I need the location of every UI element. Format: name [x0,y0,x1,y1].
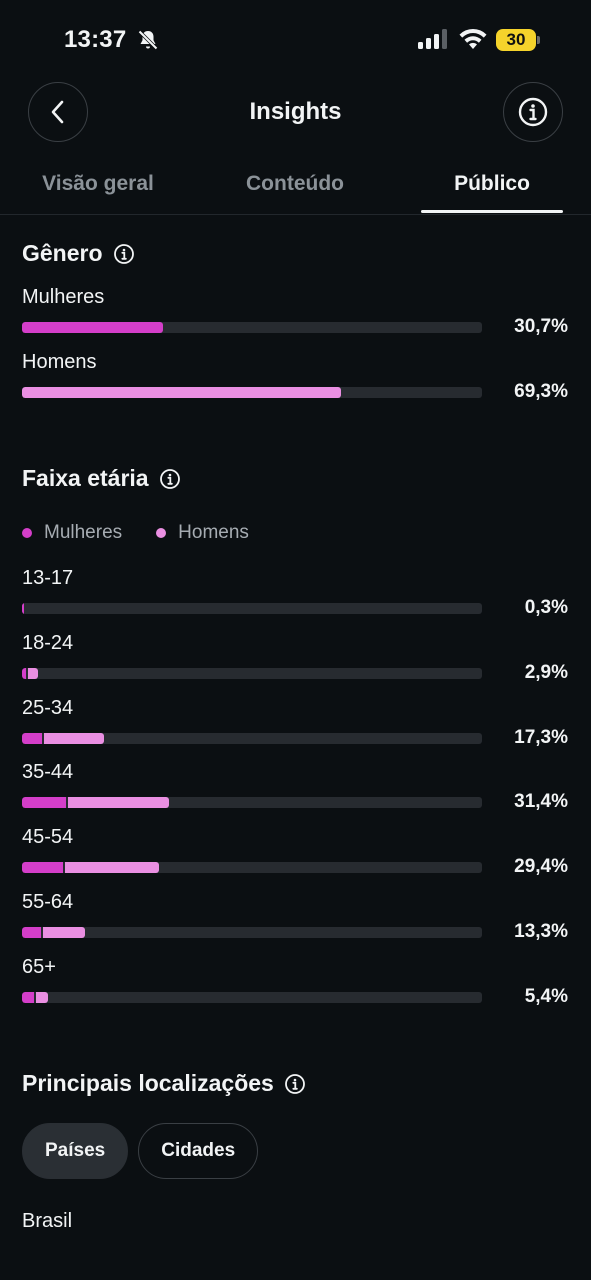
age-row-percent: 17,3% [514,727,568,748]
gender-row-label: Mulheres [22,286,105,308]
info-icon[interactable] [159,468,181,490]
wifi-icon [459,28,487,49]
info-button[interactable] [503,82,563,142]
chip-paises[interactable]: Países [22,1123,129,1179]
info-icon[interactable] [284,1073,306,1095]
age-bar-men-segment [36,992,48,1003]
age-legend: Mulheres Homens [22,522,249,544]
gender-section-title: Gênero [22,240,135,267]
age-bar-track [22,862,482,873]
age-row-percent: 13,3% [514,921,568,942]
age-bar-track [22,668,482,679]
age-bar-track [22,603,482,614]
bell-muted-icon [138,30,158,50]
legend-women: Mulheres [22,522,122,544]
age-bar-women-segment [22,927,41,938]
locations-title: Principais localizações [22,1070,274,1096]
locations-section-title: Principais localizações [22,1070,306,1097]
age-bar-women-segment [22,862,63,873]
location-item: Brasil [22,1210,73,1232]
age-bar-track [22,797,482,808]
legend-women-label: Mulheres [44,522,123,543]
age-row-label: 65+ [22,956,56,978]
gender-row-percent: 30,7% [514,316,568,337]
women-dot [22,528,32,538]
age-section-title: Faixa etária [22,465,181,492]
age-bar-men-segment [28,668,38,679]
battery-indicator: 30 [496,29,536,51]
tab-bar: Visão geral Conteúdo Público [0,160,591,215]
age-row-label: 55-64 [22,891,74,913]
age-bar-women-segment [22,668,26,679]
age-bar-track [22,733,482,744]
tab-conteudo[interactable]: Conteúdo [205,172,385,196]
chip-cidades[interactable]: Cidades [138,1123,259,1179]
gender-title: Gênero [22,240,103,266]
legend-men-label: Homens [178,522,249,543]
gender-bar-track [22,387,482,398]
age-bar-women-segment [22,797,66,808]
cellular-signal-icon [418,29,447,49]
age-bar-men-segment [43,927,85,938]
age-row-label: 45-54 [22,826,74,848]
age-row-percent: 0,3% [524,597,568,618]
legend-men: Homens [156,522,249,544]
tab-publico[interactable]: Público [402,172,582,196]
age-row-label: 35-44 [22,761,74,783]
gender-bar-fill [22,387,341,398]
active-tab-indicator [421,210,563,213]
age-bar-men-segment [44,733,104,744]
info-icon[interactable] [113,243,135,265]
age-bar-women-segment [22,992,34,1003]
age-row-percent: 2,9% [524,662,568,683]
info-icon [518,97,548,127]
age-row-percent: 5,4% [524,986,568,1007]
status-bar: 13:37 30 [0,0,591,80]
age-row-percent: 31,4% [514,791,568,812]
men-dot [156,528,167,538]
age-row-label: 18-24 [22,632,74,654]
age-row-label: 13-17 [22,567,74,589]
age-bar-men-segment [68,797,169,808]
age-bar-women-segment [22,603,24,614]
age-title: Faixa etária [22,465,149,491]
age-bar-track [22,992,482,1003]
gender-row-percent: 69,3% [514,381,568,402]
age-bar-women-segment [22,733,42,744]
location-filter: Países Cidades [22,1123,259,1179]
age-row-percent: 29,4% [514,856,568,877]
gender-row-label: Homens [22,351,97,373]
tab-visao-geral[interactable]: Visão geral [8,172,188,196]
age-bar-men-segment [65,862,159,873]
gender-bar-track [22,322,482,333]
header: Insights [0,80,591,144]
status-time: 13:37 [64,26,127,53]
battery-tip [537,36,540,44]
gender-bar-fill [22,322,163,333]
age-bar-track [22,927,482,938]
age-row-label: 25-34 [22,697,74,719]
